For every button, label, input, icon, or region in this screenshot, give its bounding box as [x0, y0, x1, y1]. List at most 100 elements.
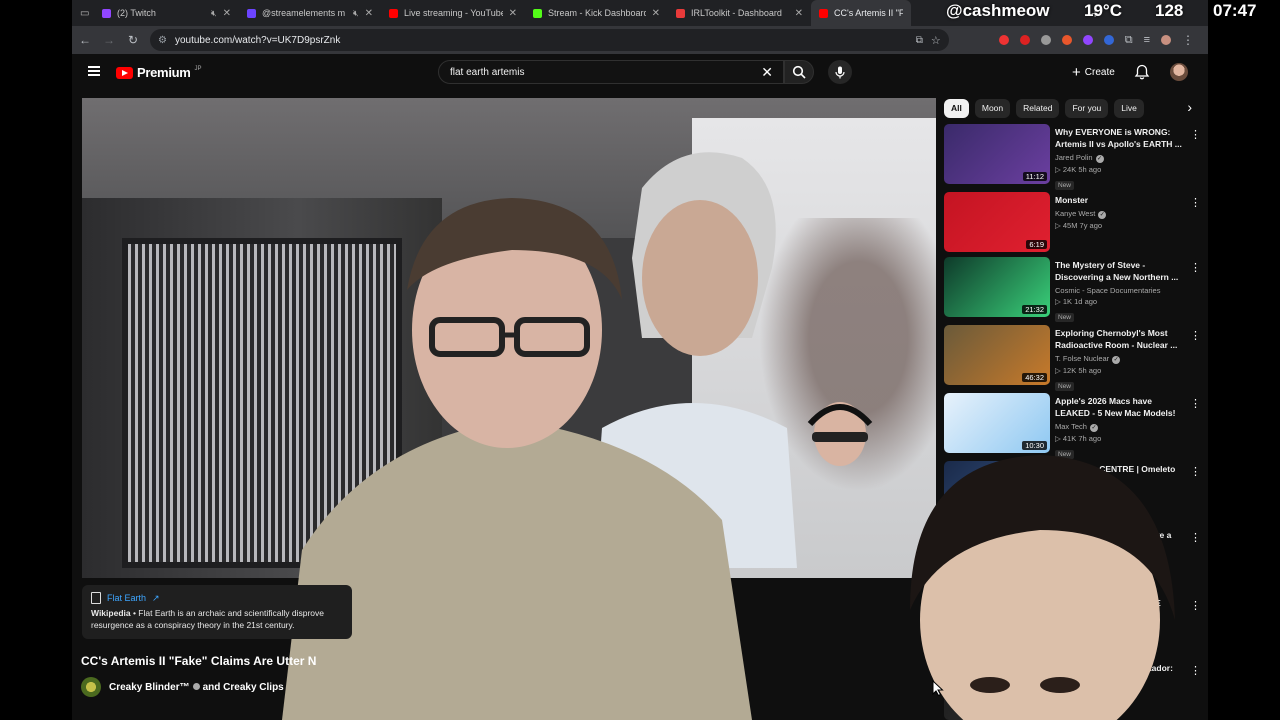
extension-icon[interactable] [1019, 35, 1030, 45]
url-text: youtube.com/watch?v=UK7D9psrZnk [174, 34, 341, 46]
extension-icon[interactable] [1103, 35, 1114, 45]
chip-related[interactable]: Related [1016, 98, 1060, 118]
more-actions-icon[interactable]: ⋮ [1190, 329, 1201, 342]
profile-avatar[interactable] [1161, 35, 1171, 45]
channel-name[interactable]: Creaky Blinder™ and Creaky Clips [109, 682, 284, 693]
more-actions-icon[interactable]: ⋮ [1190, 196, 1201, 209]
back-icon[interactable]: ← [78, 33, 92, 47]
notifications-bell-icon[interactable] [1134, 64, 1150, 80]
channel-avatar[interactable] [81, 677, 101, 697]
tab-streamelements[interactable]: @streamelements m 🔇︎ ✕ [239, 0, 381, 26]
search-icon [792, 65, 806, 79]
tab-close-icon[interactable]: ✕ [509, 8, 517, 19]
install-app-icon[interactable]: ⧉ [916, 35, 923, 46]
tab-close-icon[interactable]: ✕ [365, 8, 373, 19]
chip-for-you[interactable]: For you [1065, 98, 1109, 118]
video-duration: 46:32 [1022, 373, 1047, 382]
recommendation-item[interactable]: 21:32 The Mystery of Steve - Discovering … [944, 257, 1206, 322]
youtube-favicon-icon [819, 8, 828, 18]
search-input[interactable]: flat earth artemis ✕ [438, 60, 784, 84]
channel-collab: and Creaky Clips [202, 681, 284, 693]
hud-temperature: 19°C [1084, 1, 1122, 20]
recommendation-item[interactable]: 11:12 Why EVERYONE is WRONG: Artemis II v… [944, 124, 1206, 190]
extension-icon[interactable] [1061, 35, 1072, 45]
video-thumbnail[interactable]: 21:32 [944, 257, 1050, 317]
recommendation-title[interactable]: Why EVERYONE is WRONG: Artemis II vs Apo… [1055, 126, 1183, 150]
video-title: CC's Artemis II "Fake" Claims Are Utter … [81, 654, 317, 668]
recommendation-channel[interactable]: Max Tech ✓ [1055, 422, 1183, 432]
media-controls-icon[interactable]: ≡ [1144, 34, 1150, 46]
tab-title: CC's Artemis II "Fake" [834, 8, 903, 18]
info-panel-heading[interactable]: Flat Earth [107, 593, 146, 603]
address-bar[interactable]: ⚙ youtube.com/watch?v=UK7D9psrZnk ⧉ ☆ [150, 29, 949, 51]
youtube-logo[interactable]: Premium JP [116, 65, 202, 80]
view-count: 45M [1062, 221, 1078, 230]
recommendation-meta: Monster Kanye West ✓ ▷ 45M 7y ago [1055, 194, 1183, 230]
recommendation-title[interactable]: Exploring Chernobyl's Most Radioactive R… [1055, 327, 1183, 351]
tab-close-icon[interactable]: ✕ [652, 8, 660, 19]
more-actions-icon[interactable]: ⋮ [1190, 261, 1201, 274]
more-actions-icon[interactable]: ⋮ [1190, 397, 1201, 410]
video-thumbnail[interactable]: 6:19 [944, 192, 1050, 252]
recommendation-channel[interactable]: Jared Polin ✓ [1055, 153, 1183, 163]
tab-active-video[interactable]: CC's Artemis II "Fake" [811, 0, 911, 26]
recommendation-meta: Exploring Chernobyl's Most Radioactive R… [1055, 327, 1183, 393]
recommendation-item[interactable]: 46:32 Exploring Chernobyl's Most Radioact… [944, 325, 1206, 391]
video-thumbnail[interactable]: 11:12 [944, 124, 1050, 184]
search-button[interactable] [784, 60, 814, 84]
info-panel-wikipedia[interactable]: Flat Earth ↗ Wikipedia • Flat Earth is a… [82, 585, 352, 639]
create-button[interactable]: + Create [1068, 60, 1119, 84]
tab-irltoolkit[interactable]: IRLToolkit - Dashboard ✕ [668, 0, 811, 26]
more-actions-icon[interactable]: ⋮ [1190, 664, 1201, 677]
chip-live[interactable]: Live [1114, 98, 1144, 118]
site-settings-icon[interactable]: ⚙ [158, 35, 167, 46]
tab-search-button[interactable]: ▭ [72, 0, 94, 26]
info-panel-line-2: resurgence as a conspiracy theory in the… [91, 620, 295, 630]
webcam-overlay-streamer [282, 198, 752, 720]
tab-youtube-studio[interactable]: Live streaming - YouTube S ✕ [381, 0, 525, 26]
account-avatar[interactable] [1170, 63, 1188, 81]
extensions-puzzle-icon[interactable]: ⧉ [1125, 34, 1133, 47]
more-actions-icon[interactable]: ⋮ [1190, 465, 1201, 478]
webcam-overlay-child [910, 455, 1175, 720]
muted-speaker-icon[interactable]: 🔇︎ [353, 8, 359, 19]
video-duration: 6:19 [1026, 240, 1047, 249]
more-actions-icon[interactable]: ⋮ [1190, 128, 1201, 141]
reload-icon[interactable]: ↻ [126, 33, 140, 47]
hud-handle: @cashmeow [946, 1, 1050, 20]
upload-age: 5h ago [1078, 366, 1102, 375]
more-actions-icon[interactable]: ⋮ [1190, 599, 1201, 612]
video-thumbnail[interactable]: 46:32 [944, 325, 1050, 385]
tab-close-icon[interactable]: ✕ [795, 8, 803, 19]
voice-search-button[interactable] [828, 60, 852, 84]
chip-moon[interactable]: Moon [974, 98, 1011, 118]
view-count: 12K [1062, 366, 1077, 375]
upload-age: 1d ago [1074, 297, 1098, 306]
recommendation-title[interactable]: The Mystery of Steve - Discovering a New… [1055, 259, 1183, 283]
youtube-header: Premium JP flat earth artemis ✕ + Create [72, 54, 1208, 94]
extension-icon[interactable] [1082, 35, 1093, 45]
tab-close-icon[interactable]: ✕ [223, 8, 231, 19]
recommendation-title[interactable]: Apple's 2026 Macs have LEAKED - 5 New Ma… [1055, 395, 1183, 419]
browser-menu-icon[interactable]: ⋮ [1182, 33, 1194, 47]
tab-twitch[interactable]: (2) Twitch 🔇︎ ✕ [94, 0, 239, 26]
extension-icon[interactable] [998, 35, 1009, 45]
chip-all[interactable]: All [944, 98, 969, 118]
forward-icon[interactable]: → [102, 33, 116, 47]
recommendation-title[interactable]: Monster [1055, 194, 1183, 206]
extension-icon[interactable] [1040, 35, 1051, 45]
menu-icon[interactable] [88, 66, 100, 76]
bookmark-star-icon[interactable]: ☆ [931, 34, 941, 47]
more-actions-icon[interactable]: ⋮ [1190, 531, 1201, 544]
recommendation-channel[interactable]: Cosmic - Space Documentaries [1055, 286, 1183, 295]
chevron-right-icon[interactable]: › [1187, 99, 1192, 115]
recommendation-item[interactable]: 6:19 Monster Kanye West ✓ ▷ 45M 7y ago ⋮ [944, 192, 1206, 256]
muted-speaker-icon[interactable]: 🔇︎ [211, 8, 217, 19]
recommendation-channel[interactable]: Kanye West ✓ [1055, 209, 1183, 219]
tab-kick[interactable]: Stream - Kick Dashboard ✕ [525, 0, 668, 26]
recommendation-channel[interactable]: T. Folse Nuclear ✓ [1055, 354, 1183, 364]
plus-icon: + [1072, 63, 1081, 81]
clear-search-icon[interactable]: ✕ [761, 64, 773, 81]
video-person-guest [807, 402, 873, 466]
channel-name-text: Kanye West [1055, 209, 1096, 218]
